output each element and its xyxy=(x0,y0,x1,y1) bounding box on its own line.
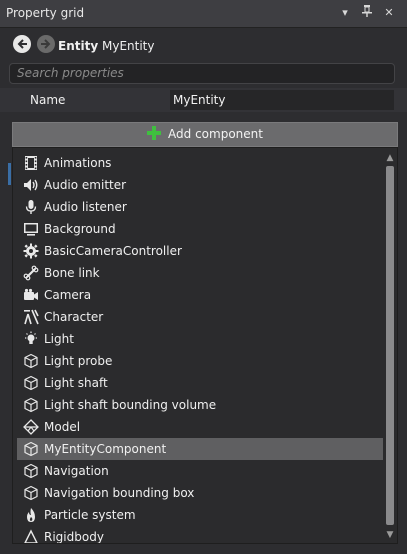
component-menu-item-label: Light probe xyxy=(44,354,113,368)
component-menu-item-label: Light xyxy=(44,332,74,346)
component-dropdown: Animations Audio emitter Audio listener Bac… xyxy=(12,147,398,544)
component-menu-item-label: Particle system xyxy=(44,508,136,522)
component-menu-item[interactable]: Bone link xyxy=(17,262,383,284)
character-icon xyxy=(23,309,39,325)
component-menu-item-label: Model xyxy=(44,420,81,434)
component-menu-item-label: MyEntityComponent xyxy=(44,442,167,456)
component-menu-item[interactable]: Character xyxy=(17,306,383,328)
cube-icon xyxy=(23,397,39,413)
camera-icon xyxy=(23,287,39,303)
property-row-name: Name MyEntity xyxy=(0,88,407,112)
component-menu-item[interactable]: Audio emitter xyxy=(17,174,383,196)
component-menu-item[interactable]: MyEntityComponent xyxy=(17,438,383,460)
component-menu-item-label: Audio emitter xyxy=(44,178,127,192)
component-menu-item[interactable]: Particle system xyxy=(17,504,383,526)
rigidbody-icon xyxy=(23,529,39,543)
component-menu-item-label: Light shaft xyxy=(44,376,108,390)
plus-icon xyxy=(147,126,162,140)
name-label: Name xyxy=(30,93,66,107)
component-menu-item[interactable]: Audio listener xyxy=(17,196,383,218)
microphone-icon xyxy=(23,199,39,215)
entity-breadcrumb: Entity MyEntity xyxy=(58,39,154,53)
component-menu-item-label: Character xyxy=(44,310,104,324)
component-menu-item[interactable]: Navigation xyxy=(17,460,383,482)
add-component-button[interactable]: Add component xyxy=(12,122,398,147)
film-icon xyxy=(23,155,39,171)
component-menu-item-label: Navigation xyxy=(44,464,109,478)
cube-icon xyxy=(23,353,39,369)
component-menu-item[interactable]: Light probe xyxy=(17,350,383,372)
back-button[interactable] xyxy=(13,35,31,53)
component-menu-item-label: Audio listener xyxy=(44,200,127,214)
cube-icon xyxy=(23,441,39,457)
flame-icon xyxy=(23,507,39,523)
forward-button[interactable] xyxy=(37,35,55,53)
dropdown-menu-icon[interactable]: ▾ xyxy=(338,5,352,21)
add-component-label: Add component xyxy=(168,127,263,141)
close-icon[interactable]: ✕ xyxy=(382,5,396,21)
cube-icon xyxy=(23,375,39,391)
cube-icon xyxy=(23,463,39,479)
scroll-down-icon[interactable]: ▼ xyxy=(384,529,396,541)
panel-title: Property grid xyxy=(6,6,85,20)
component-menu-item-label: BasicCameraController xyxy=(44,244,182,258)
model-icon xyxy=(23,419,39,435)
component-menu-item[interactable]: BasicCameraController xyxy=(17,240,383,262)
component-menu-item-label: Navigation bounding box xyxy=(44,486,195,500)
component-menu-item[interactable]: Light shaft xyxy=(17,372,383,394)
scroll-up-icon[interactable]: ▲ xyxy=(384,152,396,164)
monitor-icon xyxy=(23,221,39,237)
component-menu-item[interactable]: Animations xyxy=(17,152,383,174)
component-menu-item[interactable]: Camera xyxy=(17,284,383,306)
scroll-thumb[interactable] xyxy=(386,166,394,525)
gear-icon xyxy=(23,243,39,259)
component-menu-item[interactable]: Light shaft bounding volume xyxy=(17,394,383,416)
component-menu-item[interactable]: Navigation bounding box xyxy=(17,482,383,504)
component-menu-item[interactable]: Rigidbody xyxy=(17,526,383,544)
cube-icon xyxy=(23,485,39,501)
scrollbar[interactable]: ▲ ▼ xyxy=(384,152,396,541)
component-menu-item-label: Bone link xyxy=(44,266,100,280)
component-menu-item-label: Light shaft bounding volume xyxy=(44,398,217,412)
speaker-icon xyxy=(23,177,39,193)
arrow-right-icon xyxy=(41,39,51,49)
name-field[interactable]: MyEntity xyxy=(170,90,394,110)
selection-accent xyxy=(8,163,11,185)
component-menu-item-label: Animations xyxy=(44,156,112,170)
component-menu-item-label: Rigidbody xyxy=(44,530,104,544)
search-input[interactable]: Search properties xyxy=(9,63,395,84)
component-menu-item[interactable]: Light xyxy=(17,328,383,350)
component-menu-item-label: Background xyxy=(44,222,116,236)
component-menu-item[interactable]: Model xyxy=(17,416,383,438)
arrow-left-icon xyxy=(17,39,27,49)
lightbulb-icon xyxy=(23,331,39,347)
panel-titlebar: Property grid ▾ ✕ xyxy=(0,0,407,28)
pin-icon[interactable] xyxy=(360,5,374,21)
component-menu-item-label: Camera xyxy=(44,288,92,302)
entity-kind: Entity xyxy=(58,39,99,53)
component-menu-item[interactable]: Background xyxy=(17,218,383,240)
entity-nav-bar: Entity MyEntity xyxy=(0,30,407,60)
entity-name: MyEntity xyxy=(101,39,155,53)
bone-icon xyxy=(23,265,39,281)
